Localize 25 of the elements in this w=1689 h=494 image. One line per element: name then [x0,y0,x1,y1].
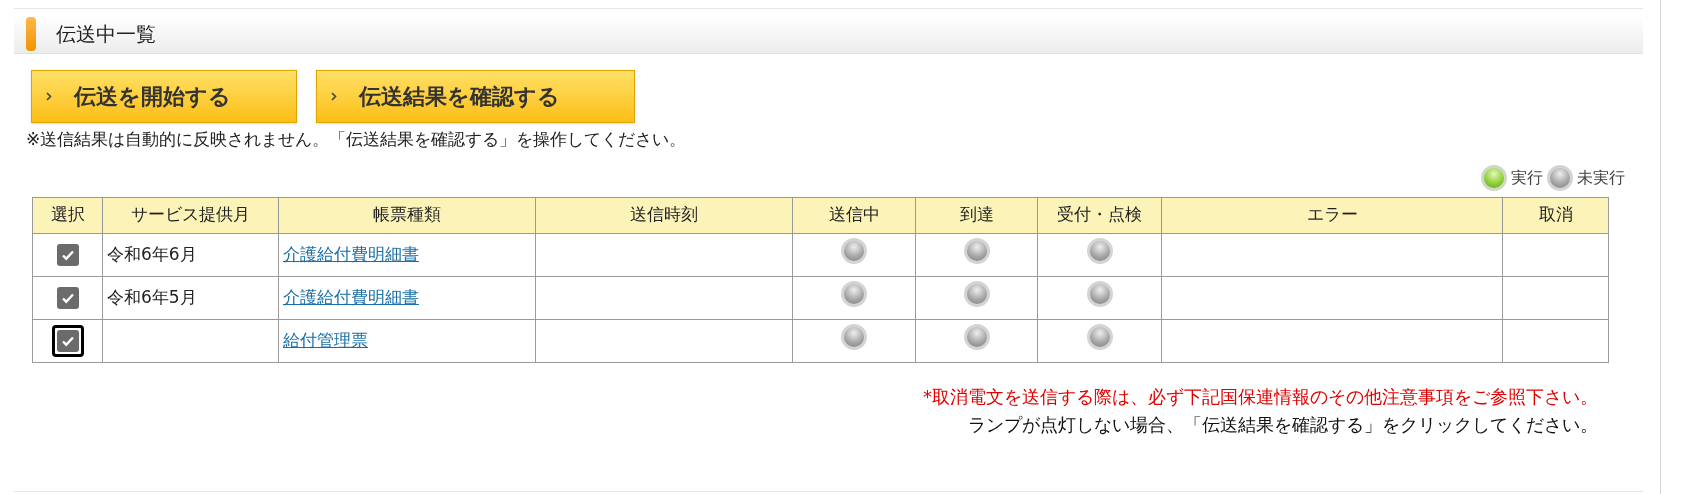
column-header: 取消 [1502,197,1609,233]
chevron-icon [331,92,337,101]
column-header: 受付・点検 [1037,197,1162,233]
warning-text: *取消電文を送信する際は、必ず下記国保連情報のその他注意事項をご参照下さい。 [923,384,1598,409]
column-header: 送信時刻 [535,197,793,233]
hint-text: ランプが点灯しない場合、「伝送結果を確認する」をクリックしてください。 [968,412,1598,437]
column-header: エラー [1161,197,1503,233]
checkbox[interactable] [56,286,79,309]
legend-label: 未実行 [1577,166,1625,189]
section-marker-icon [26,17,36,51]
action-button[interactable]: 伝送を開始する [31,70,297,123]
chevron-icon [46,92,52,101]
table-cell: 令和6年5月 [107,286,197,307]
column-header: 送信中 [792,197,916,233]
form-link[interactable]: 給付管理票 [283,329,368,350]
section-title: 伝送中一覧 [56,21,156,48]
column-header: 選択 [32,197,103,233]
column-header: 帳票種類 [278,197,536,233]
checkbox[interactable] [56,243,79,266]
note-text: ※送信結果は自動的に反映されません。「伝送結果を確認する」を操作してください。 [26,128,688,151]
action-button[interactable]: 伝送結果を確認する [316,70,635,123]
table-cell: 令和6年6月 [107,243,197,264]
column-header: サービス提供月 [102,197,279,233]
legend-label: 実行 [1511,166,1543,189]
column-header: 到達 [915,197,1038,233]
